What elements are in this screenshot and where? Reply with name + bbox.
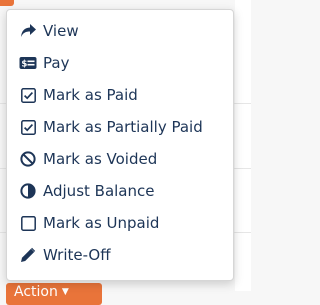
ban-icon [19,150,37,168]
pencil-icon [19,246,37,264]
menu-item-pay[interactable]: $ Pay [7,47,233,79]
menu-item-label: Adjust Balance [43,182,155,200]
action-button[interactable]: Action ▼ [6,283,102,305]
menu-item-label: Pay [43,54,70,72]
menu-item-label: Mark as Unpaid [43,214,160,232]
menu-item-mark-as-unpaid[interactable]: Mark as Unpaid [7,207,233,239]
money-bill-icon: $ [19,54,37,72]
menu-item-mark-as-partially-paid[interactable]: Mark as Partially Paid [7,111,233,143]
svg-text:$: $ [21,60,27,70]
checkbox-checked-icon [19,86,37,104]
menu-item-view[interactable]: View [7,15,233,47]
menu-item-label: Mark as Partially Paid [43,118,203,136]
menu-item-label: Mark as Paid [43,86,138,104]
menu-item-write-off[interactable]: Write-Off [7,239,233,271]
menu-item-label: Write-Off [43,246,111,264]
menu-item-adjust-balance[interactable]: Adjust Balance [7,175,233,207]
action-button-label: Action [14,284,58,300]
checkbox-empty-icon [19,214,37,232]
caret-down-icon: ▼ [61,287,69,297]
action-dropdown-menu: View $ Pay Mark as Paid Mark as Partiall… [6,9,234,281]
background-tab [0,0,14,6]
menu-item-label: View [43,22,79,40]
background-panel [235,0,251,291]
menu-item-label: Mark as Voided [43,150,158,168]
half-circle-icon [19,182,37,200]
menu-item-mark-as-paid[interactable]: Mark as Paid [7,79,233,111]
checkbox-checked-icon [19,118,37,136]
menu-item-mark-as-voided[interactable]: Mark as Voided [7,143,233,175]
share-arrow-icon [19,22,37,40]
